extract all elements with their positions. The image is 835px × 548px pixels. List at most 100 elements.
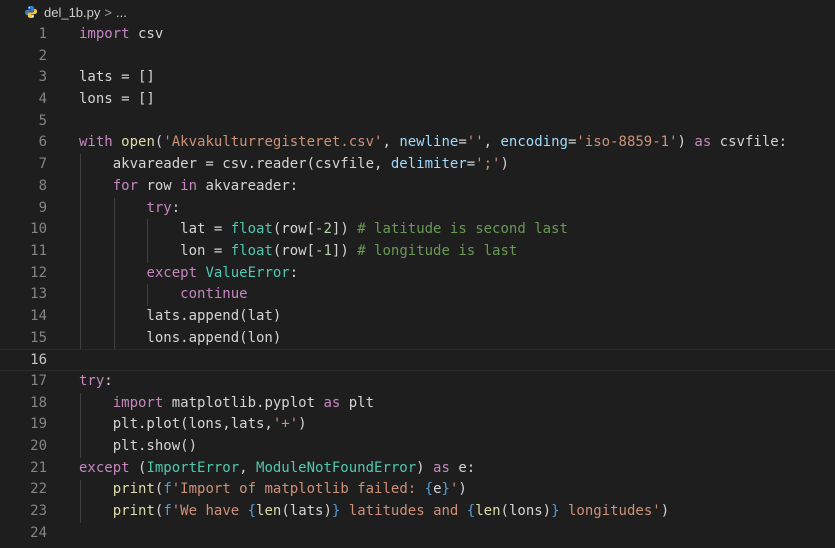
code-token: ValueError	[205, 264, 290, 281]
code-token: import	[79, 26, 130, 42]
line-number: 12	[30, 264, 47, 281]
line-number: 3	[38, 69, 47, 86]
line-source: lons.append(lon)	[79, 328, 281, 350]
code-line[interactable]: 16	[0, 349, 835, 371]
code-token: }	[551, 503, 560, 520]
code-line[interactable]: 19 plt.plot(lons,lats,'+')	[0, 414, 835, 436]
code-line[interactable]: 3 lats = []	[0, 67, 835, 89]
code-token: delimiter	[390, 156, 467, 173]
line-number: 4	[38, 91, 47, 108]
code-token: akvareader:	[197, 177, 299, 194]
code-token: try	[146, 199, 172, 216]
line-source: except ValueError:	[79, 263, 298, 285]
code-line[interactable]: 22 print(f'Import of matplotlib failed: …	[0, 479, 835, 501]
code-line[interactable]: 18 import matplotlib.pyplot as plt	[0, 393, 835, 415]
code-line[interactable]: 4 lons = []	[0, 89, 835, 111]
code-token: csv	[129, 26, 164, 42]
code-token: 'We have	[171, 503, 248, 520]
code-editor[interactable]: del_1b.py > ... 1 import csv 2 3 lats = [] 4 l…	[0, 0, 835, 548]
code-token: )	[500, 156, 509, 173]
code-line[interactable]: 9 try:	[0, 198, 835, 220]
code-line[interactable]: 13 continue	[0, 284, 835, 306]
line-source: lon = float(row[-1]) # longitude is last	[79, 241, 517, 263]
code-token: lons = []	[79, 91, 155, 108]
code-token: 'Akvakulturregisteret.csv'	[163, 134, 383, 151]
code-area[interactable]: 1 import csv 2 3 lats = [] 4 lons = [] 5 6 with o…	[0, 24, 835, 545]
code-line[interactable]: 24	[0, 523, 835, 545]
code-token: -2	[315, 221, 332, 238]
code-line[interactable]: 23 print(f'We have {len(lats)} latitudes…	[0, 501, 835, 523]
code-token: latitudes and	[340, 503, 467, 520]
code-line[interactable]: 7 akvareader = csv.reader(csvfile, delim…	[0, 154, 835, 176]
indent-guide	[147, 219, 149, 263]
line-number: 1	[38, 26, 47, 42]
code-token: csvfile:	[711, 134, 788, 151]
code-line[interactable]: 2	[0, 46, 835, 68]
code-token: lats.append(lat)	[79, 307, 282, 324]
code-token: lat =	[79, 221, 231, 238]
line-number: 7	[38, 156, 47, 173]
line-source: try:	[79, 371, 113, 393]
code-token: ,	[239, 459, 257, 476]
code-token: :	[289, 264, 299, 281]
code-token: # latitude is second last	[357, 221, 568, 238]
code-token: lons.append(lon)	[79, 329, 282, 346]
code-line[interactable]: 1 import csv	[0, 24, 835, 46]
line-number: 10	[30, 221, 47, 238]
code-line[interactable]: 10 lat = float(row[-2]) # latitude is se…	[0, 219, 835, 241]
code-line[interactable]: 21 except (ImportError, ModuleNotFoundErr…	[0, 458, 835, 480]
code-token: ImportError	[146, 459, 240, 476]
line-number: 13	[30, 286, 47, 303]
code-token: longitudes'	[559, 503, 661, 520]
code-token: (lats)	[281, 503, 332, 520]
line-source: lat = float(row[-2]) # latitude is secon…	[79, 219, 568, 241]
line-number: 8	[38, 177, 47, 194]
code-token: e:	[449, 459, 476, 476]
code-token: (row[	[272, 242, 316, 259]
code-token: # longitude is last	[357, 242, 518, 259]
code-token: except	[79, 459, 130, 476]
line-number: 11	[30, 242, 47, 259]
code-token: except	[146, 264, 198, 281]
code-line[interactable]: 6 with open('Akvakulturregisteret.csv', n…	[0, 132, 835, 154]
code-line[interactable]: 20 plt.show()	[0, 436, 835, 458]
code-token: float	[230, 221, 273, 238]
code-token: import	[112, 394, 164, 411]
indent-guide	[80, 479, 81, 524]
line-source: try:	[79, 198, 180, 220]
breadcrumb-file[interactable]: del_1b.py	[44, 5, 100, 20]
code-token: (	[129, 459, 147, 476]
line-number: 17	[30, 373, 47, 389]
code-token: ,	[382, 134, 400, 151]
line-source: with open('Akvakulturregisteret.csv', ne…	[79, 132, 787, 154]
code-token: len	[475, 503, 501, 520]
code-token: lats = []	[79, 69, 155, 86]
breadcrumb: del_1b.py > ...	[0, 0, 835, 24]
code-line[interactable]: 12 except ValueError:	[0, 263, 835, 285]
code-token: for	[112, 177, 139, 194]
code-line[interactable]: 15 lons.append(lon)	[0, 328, 835, 350]
code-token: =	[466, 156, 476, 173]
line-number: 20	[30, 438, 47, 455]
indent-guide	[80, 154, 81, 350]
line-number: 15	[30, 329, 47, 346]
code-line[interactable]: 5	[0, 111, 835, 133]
breadcrumb-symbols[interactable]: ...	[116, 5, 127, 20]
line-number: 23	[30, 503, 47, 520]
code-token: :	[104, 373, 113, 389]
code-token: matplotlib.pyplot	[163, 394, 324, 411]
line-source: print(f'We have {len(lats)} latitudes an…	[79, 501, 669, 523]
code-token: encoding	[500, 134, 568, 151]
code-line[interactable]: 14 lats.append(lat)	[0, 306, 835, 328]
code-line[interactable]: 17 try:	[0, 371, 835, 393]
code-token: e	[433, 481, 442, 498]
code-line[interactable]: 11 lon = float(row[-1]) # longitude is l…	[0, 241, 835, 263]
code-token: float	[230, 242, 273, 259]
line-number: 9	[38, 199, 47, 216]
code-line[interactable]: 8 for row in akvareader:	[0, 176, 835, 198]
code-token: as	[433, 459, 450, 476]
